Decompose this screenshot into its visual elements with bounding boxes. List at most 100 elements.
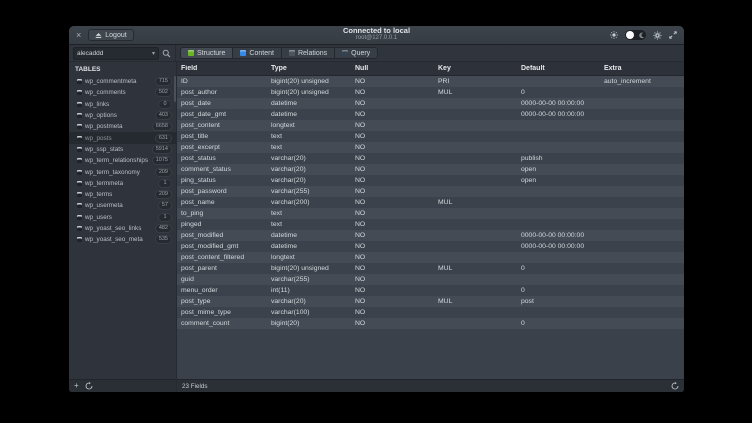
close-window-icon[interactable]: × [76,31,81,40]
table-icon [77,90,82,95]
table-row-post_parent[interactable]: post_parentbigint(20) unsignedNOMUL0 [177,263,684,274]
cell: NO [351,320,434,327]
window-body: TABLES wp_commentmeta715wp_comments502wp… [69,62,684,392]
table-icon [77,102,82,107]
table-row-post_type[interactable]: post_typevarchar(20)NOMULpost [177,296,684,307]
sidebar-item-wp_ssp_stats[interactable]: wp_ssp_stats5914 [69,144,176,155]
add-table-button[interactable]: + [74,382,79,390]
row-count-badge: 6658 [152,122,172,131]
table-row-menu_order[interactable]: menu_orderint(11)NO0 [177,285,684,296]
table-name: wp_ssp_stats [85,146,149,153]
table-icon [77,158,82,163]
cell: 0000-00-00 00:00:00 [517,111,600,118]
table-row-ping_status[interactable]: ping_statusvarchar(20)NOopen [177,175,684,186]
table-row-post_name[interactable]: post_namevarchar(200)NOMUL [177,197,684,208]
connection-subtitle: root@127.0.0.1 [69,35,684,42]
sidebar-item-wp_options[interactable]: wp_options403 [69,110,176,121]
sidebar-item-wp_commentmeta[interactable]: wp_commentmeta715 [69,76,176,87]
sidebar-item-wp_yoast_seo_links[interactable]: wp_yoast_seo_links482 [69,223,176,234]
eject-icon [95,32,102,39]
sidebar-item-wp_termmeta[interactable]: wp_termmeta1 [69,178,176,189]
logout-button[interactable]: Logout [88,29,133,41]
expand-icon[interactable] [669,31,677,39]
row-count-badge: 209 [155,168,172,177]
tab-query[interactable]: Query [335,47,378,59]
table-row-post_excerpt[interactable]: post_excerpttextNO [177,142,684,153]
table-row-comment_count[interactable]: comment_countbigint(20)NO0 [177,318,684,329]
table-row-post_content_filtered[interactable]: post_content_filteredlongtextNO [177,252,684,263]
table-name: wp_comments [85,89,152,96]
gear-icon[interactable] [653,31,662,40]
table-row-post_title[interactable]: post_titletextNO [177,131,684,142]
table-name: wp_postmeta [85,123,149,130]
refresh-structure-icon[interactable] [671,382,679,390]
sidebar-item-wp_terms[interactable]: wp_terms209 [69,189,176,200]
cell: post_title [177,133,267,140]
tab-structure[interactable]: Structure [180,47,233,59]
column-header-type[interactable]: Type [267,65,351,72]
row-count-badge: 1 [158,213,172,222]
table-row-post_author[interactable]: post_authorbigint(20) unsignedNOMUL0 [177,87,684,98]
sidebar-item-wp_users[interactable]: wp_users1 [69,212,176,223]
cell: datetime [267,100,351,107]
structure-panel: FieldTypeNullKeyDefaultExtra IDbigint(20… [177,62,684,392]
cell: bigint(20) unsigned [267,89,351,96]
cell: MUL [434,265,517,272]
table-row-ID[interactable]: IDbigint(20) unsignedNOPRIauto_increment [177,76,684,87]
column-header-key[interactable]: Key [434,65,517,72]
row-count-badge: 0 [158,100,172,109]
table-row-post_date_gmt[interactable]: post_date_gmtdatetimeNO0000-00-00 00:00:… [177,109,684,120]
cell: 0 [517,320,600,327]
sidebar-item-wp_term_taxonomy[interactable]: wp_term_taxonomy209 [69,166,176,177]
toggle-knob [626,31,634,39]
table-name: wp_links [85,101,155,108]
table-row-post_modified[interactable]: post_modifieddatetimeNO0000-00-00 00:00:… [177,230,684,241]
table-row-pinged[interactable]: pingedtextNO [177,219,684,230]
database-selector[interactable]: alecaddd ▾ [73,47,159,60]
cell: post_modified_gmt [177,243,267,250]
relations-icon [289,50,295,56]
dark-mode-toggle[interactable] [625,30,646,40]
column-header-default[interactable]: Default [517,65,600,72]
sidebar-item-wp_usermeta[interactable]: wp_usermeta57 [69,200,176,211]
cell: 0000-00-00 00:00:00 [517,232,600,239]
tab-relations[interactable]: Relations [282,47,335,59]
table-name: wp_commentmeta [85,78,152,85]
cell: bigint(20) unsigned [267,265,351,272]
column-header-null[interactable]: Null [351,65,434,72]
sidebar-item-wp_comments[interactable]: wp_comments502 [69,87,176,98]
table-row-guid[interactable]: guidvarchar(255)NO [177,274,684,285]
table-row-post_status[interactable]: post_statusvarchar(20)NOpublish [177,153,684,164]
table-row-post_date[interactable]: post_datedatetimeNO0000-00-00 00:00:00 [177,98,684,109]
sidebar-item-wp_postmeta[interactable]: wp_postmeta6658 [69,121,176,132]
tab-content[interactable]: Content [233,47,282,59]
view-tabs: StructureContentRelationsQuery [180,47,378,59]
sidebar-item-wp_links[interactable]: wp_links0 [69,99,176,110]
refresh-tables-icon[interactable] [85,382,93,390]
database-selector-value: alecaddd [77,50,103,57]
table-empty-area [177,329,684,379]
cell: NO [351,298,434,305]
table-row-post_content[interactable]: post_contentlongtextNO [177,120,684,131]
search-icon[interactable] [162,49,171,58]
row-count-badge: 715 [155,77,172,86]
cell: ID [177,78,267,85]
cell: NO [351,122,434,129]
cell: post_content [177,122,267,129]
sidebar-item-wp_posts[interactable]: wp_posts631 [69,132,176,143]
sidebar-item-wp_yoast_seo_meta[interactable]: wp_yoast_seo_meta535 [69,234,176,245]
sidebar-scrollbar[interactable] [174,76,176,102]
table-row-post_modified_gmt[interactable]: post_modified_gmtdatetimeNO0000-00-00 00… [177,241,684,252]
table-row-post_mime_type[interactable]: post_mime_typevarchar(100)NO [177,307,684,318]
cell: int(11) [267,287,351,294]
cell: post_date_gmt [177,111,267,118]
table-row-to_ping[interactable]: to_pingtextNO [177,208,684,219]
table-row-post_password[interactable]: post_passwordvarchar(255)NO [177,186,684,197]
sidebar-item-wp_term_relationships[interactable]: wp_term_relationships1075 [69,155,176,166]
table-row-comment_status[interactable]: comment_statusvarchar(20)NOopen [177,164,684,175]
column-header-field[interactable]: Field [177,65,267,72]
cell: varchar(255) [267,188,351,195]
column-header-extra[interactable]: Extra [600,65,684,72]
row-count-badge: 209 [155,190,172,199]
row-count-badge: 502 [155,88,172,97]
